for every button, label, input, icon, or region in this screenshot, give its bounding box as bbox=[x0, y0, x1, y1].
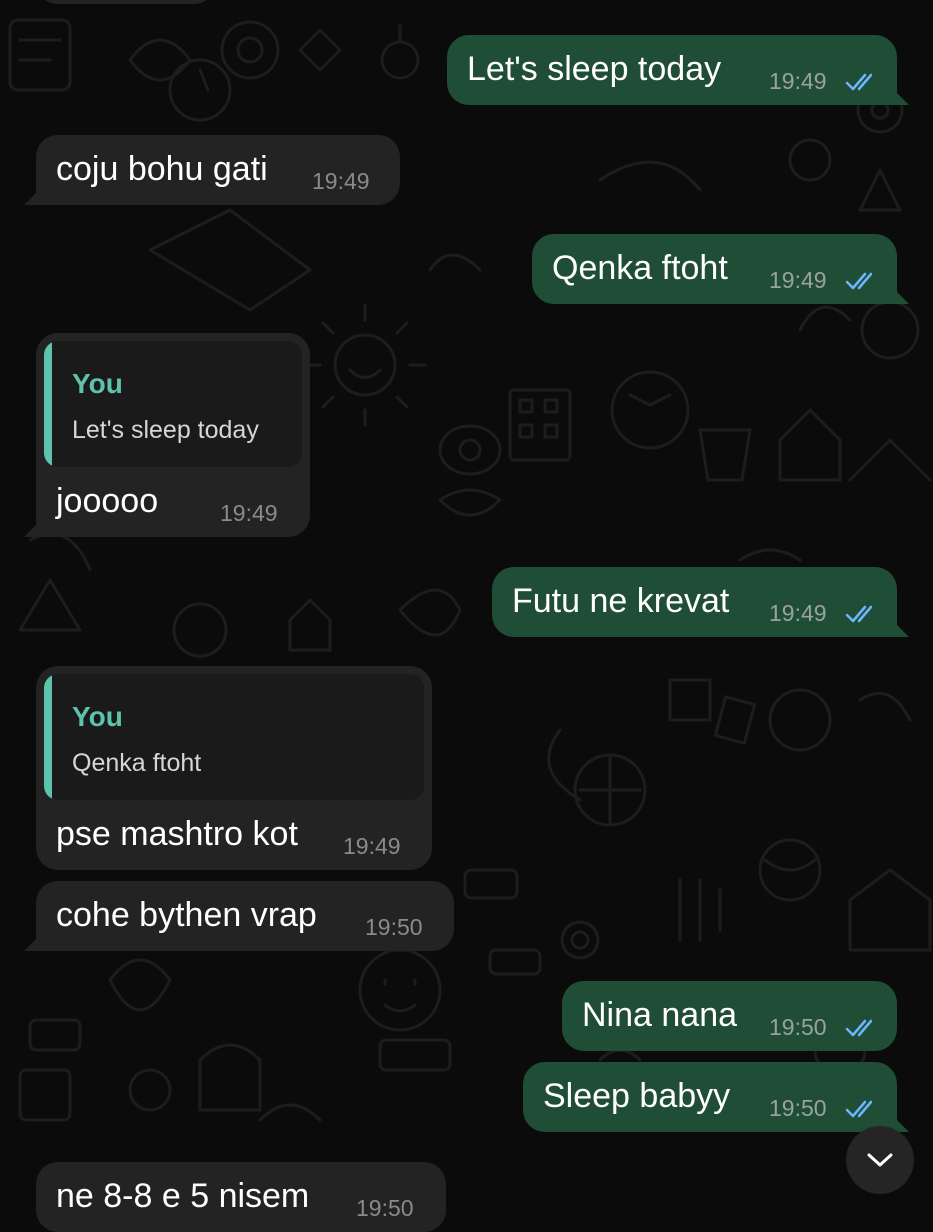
reply-quote-author: You bbox=[72, 701, 123, 732]
message-bubble-outgoing[interactable]: Qenka ftoht 19:49 bbox=[532, 234, 897, 304]
reply-quote-bar bbox=[44, 674, 52, 800]
chevron-down-icon bbox=[867, 1153, 893, 1167]
message-bubble-incoming[interactable]: coju bohu gati 19:49 bbox=[36, 135, 400, 205]
message-text: Sleep babyy bbox=[543, 1077, 731, 1115]
message-bubble-outgoing[interactable]: Nina nana 19:50 bbox=[562, 981, 897, 1051]
message-text: pse mashtro kot bbox=[56, 815, 298, 853]
message-time: 19:49 bbox=[769, 68, 827, 94]
message-bubble-outgoing[interactable]: Futu ne krevat 19:49 bbox=[492, 567, 897, 637]
message-text: jooooo bbox=[56, 482, 159, 520]
message-text: coju bohu gati bbox=[56, 150, 268, 188]
message-text: ne 8-8 e 5 nisem bbox=[56, 1177, 310, 1215]
message-time: 19:49 bbox=[312, 168, 370, 194]
reply-quote-text: Qenka ftoht bbox=[72, 749, 202, 777]
reply-quote-text: Let's sleep today bbox=[72, 416, 259, 444]
message-text: Qenka ftoht bbox=[552, 249, 728, 287]
reply-quote-author: You bbox=[72, 368, 123, 399]
message-time: 19:50 bbox=[769, 1095, 827, 1121]
message-time: 19:49 bbox=[220, 500, 278, 526]
reply-quote-bar bbox=[44, 341, 52, 467]
message-time: 19:50 bbox=[356, 1195, 414, 1221]
reply-quote[interactable]: You Qenka ftoht bbox=[44, 674, 424, 800]
read-receipt-icon bbox=[845, 73, 873, 91]
message-time: 19:50 bbox=[365, 914, 423, 940]
read-receipt-icon bbox=[845, 1019, 873, 1037]
message-bubble-outgoing[interactable]: Sleep babyy 19:50 bbox=[523, 1062, 897, 1132]
message-bubble-outgoing[interactable]: Let's sleep today 19:49 bbox=[447, 35, 897, 105]
message-text: Let's sleep today bbox=[467, 50, 722, 88]
message-bubble-partial-top bbox=[36, 0, 216, 4]
message-time: 19:49 bbox=[343, 833, 401, 859]
read-receipt-icon bbox=[845, 1100, 873, 1118]
message-bubble-incoming[interactable]: cohe bythen vrap 19:50 bbox=[36, 881, 454, 951]
message-time: 19:49 bbox=[769, 267, 827, 293]
read-receipt-icon bbox=[845, 605, 873, 623]
message-text: Nina nana bbox=[582, 996, 738, 1034]
message-bubble-incoming-reply[interactable]: You Let's sleep today jooooo 19:49 bbox=[36, 333, 310, 537]
reply-quote[interactable]: You Let's sleep today bbox=[44, 341, 302, 467]
message-list[interactable]: Let's sleep today 19:49 coju bohu gati 1… bbox=[0, 0, 933, 1232]
message-time: 19:50 bbox=[769, 1014, 827, 1040]
message-text: Futu ne krevat bbox=[512, 582, 730, 620]
message-bubble-incoming-reply[interactable]: You Qenka ftoht pse mashtro kot 19:49 bbox=[36, 666, 432, 870]
message-time: 19:49 bbox=[769, 600, 827, 626]
scroll-to-bottom-button[interactable] bbox=[846, 1126, 914, 1194]
message-bubble-partial-bottom[interactable]: ne 8-8 e 5 nisem 19:50 bbox=[36, 1162, 446, 1232]
read-receipt-icon bbox=[845, 272, 873, 290]
message-text: cohe bythen vrap bbox=[56, 896, 317, 934]
